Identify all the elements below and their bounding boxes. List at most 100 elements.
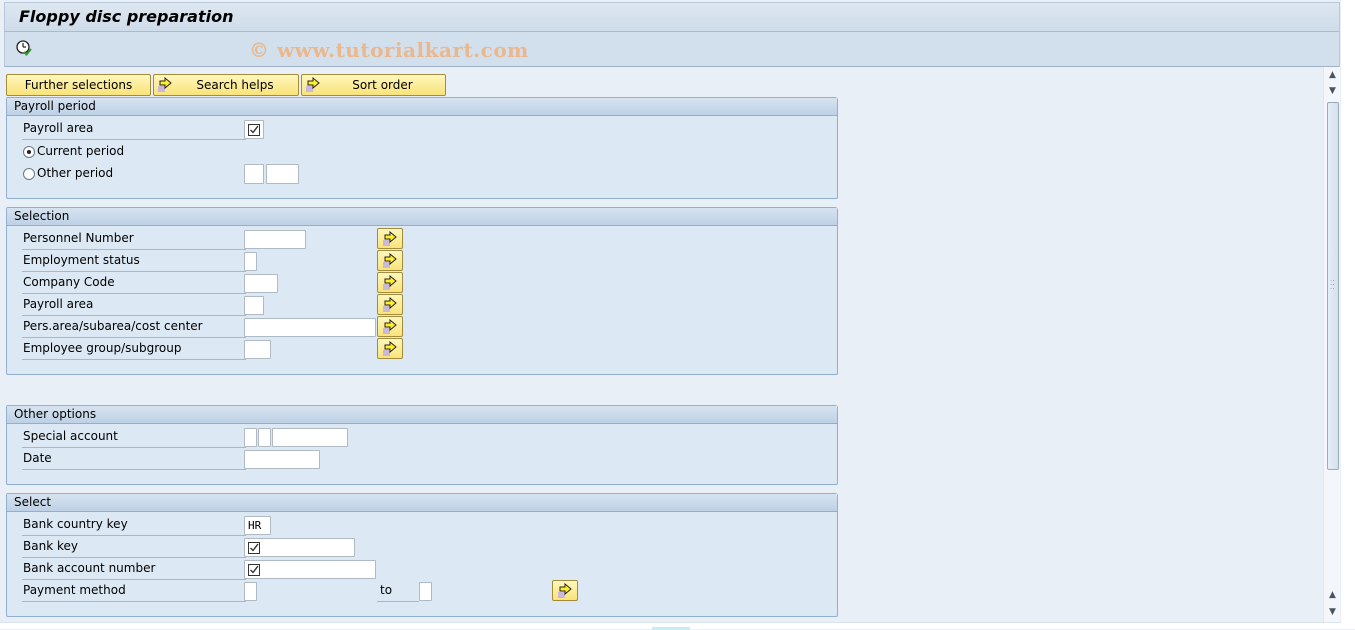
scroll-down-arrow-icon[interactable]: ▼ bbox=[1325, 605, 1340, 619]
personnel-number-multiple-selection-button[interactable] bbox=[377, 228, 403, 249]
special-account-row: Special account bbox=[7, 426, 837, 448]
pers-area-multiple-selection-button[interactable] bbox=[377, 316, 403, 337]
selection-group: Selection Personnel Number Employment st… bbox=[6, 207, 838, 375]
bank-key-field[interactable] bbox=[244, 538, 355, 557]
bank-account-number-field[interactable] bbox=[244, 560, 376, 579]
other-period-field-1[interactable] bbox=[244, 164, 264, 184]
bank-account-number-label: Bank account number bbox=[23, 561, 156, 575]
payroll-area-label: Payroll area bbox=[23, 121, 94, 135]
bank-key-label: Bank key bbox=[23, 539, 78, 553]
payroll-area-label: Payroll area bbox=[23, 297, 94, 311]
selection-row: Pers.area/subarea/cost center bbox=[7, 316, 837, 338]
other-period-label: Other period bbox=[37, 166, 114, 180]
personnel-number-field[interactable] bbox=[244, 230, 306, 249]
to-label: to bbox=[380, 583, 393, 597]
selection-row: Personnel Number bbox=[7, 228, 837, 250]
other-options-title: Other options bbox=[7, 406, 837, 424]
required-check-icon bbox=[248, 542, 260, 554]
window-edge bbox=[1341, 0, 1355, 629]
select-title: Select bbox=[7, 494, 837, 512]
date-row: Date bbox=[7, 448, 837, 470]
special-account-field-1[interactable] bbox=[244, 428, 257, 447]
execute-clock-icon[interactable] bbox=[15, 39, 33, 57]
company-code-multiple-selection-button[interactable] bbox=[377, 272, 403, 293]
selection-row: Employee group/subgroup bbox=[7, 338, 837, 360]
current-period-label: Current period bbox=[37, 144, 125, 158]
search-helps-button[interactable]: Search helps bbox=[153, 74, 299, 96]
bank-key-row: Bank key bbox=[7, 536, 837, 558]
further-selections-label: Further selections bbox=[24, 78, 133, 92]
bank-account-number-row: Bank account number bbox=[7, 558, 837, 580]
other-options-group: Other options Special account Date bbox=[6, 405, 838, 485]
application-toolbar: © www.tutorialkart.com bbox=[4, 32, 1340, 67]
required-check-icon bbox=[248, 564, 260, 576]
other-period-field-2[interactable] bbox=[266, 164, 299, 184]
special-account-field-3[interactable] bbox=[272, 428, 348, 447]
current-period-row: Current period bbox=[7, 141, 837, 161]
payment-method-from-field[interactable] bbox=[244, 582, 257, 601]
bank-country-key-field[interactable]: HR bbox=[244, 516, 271, 535]
pers-area-label: Pers.area/subarea/cost center bbox=[23, 319, 203, 333]
date-field[interactable] bbox=[244, 450, 320, 469]
arrow-right-icon bbox=[383, 253, 397, 268]
arrow-right-icon bbox=[383, 275, 397, 290]
arrow-right-icon bbox=[383, 319, 397, 334]
pers-area-field[interactable] bbox=[244, 318, 376, 337]
scroll-thumb[interactable]: ⁚⁚ ⁚⁚ bbox=[1327, 102, 1339, 470]
row-underline bbox=[22, 601, 246, 602]
arrow-right-icon bbox=[558, 583, 572, 598]
further-selections-button[interactable]: Further selections bbox=[6, 74, 151, 96]
selection-title: Selection bbox=[7, 208, 837, 226]
scroll-up-arrow-icon[interactable]: ▲ bbox=[1325, 68, 1340, 82]
special-account-label: Special account bbox=[23, 429, 118, 443]
employment-status-field[interactable] bbox=[244, 252, 257, 271]
selection-row: Employment status bbox=[7, 250, 837, 272]
watermark: © www.tutorialkart.com bbox=[249, 38, 529, 62]
employment-status-multiple-selection-button[interactable] bbox=[377, 250, 403, 271]
arrow-right-icon bbox=[383, 231, 397, 246]
row-underline bbox=[377, 601, 419, 602]
current-period-radio[interactable] bbox=[23, 146, 35, 158]
check-icon bbox=[248, 124, 260, 136]
vertical-scrollbar[interactable]: ▲ ▼ ⁚⁚ ⁚⁚ ▲ ▼ bbox=[1323, 67, 1340, 623]
employee-group-multiple-selection-button[interactable] bbox=[377, 338, 403, 359]
scroll-up-arrow-icon[interactable]: ▲ bbox=[1325, 588, 1340, 602]
sort-order-button[interactable]: Sort order bbox=[301, 74, 446, 96]
row-underline bbox=[22, 469, 246, 470]
arrow-right-icon bbox=[383, 297, 397, 312]
bank-country-key-row: Bank country key HR bbox=[7, 514, 837, 536]
bottom-strip bbox=[0, 622, 1341, 630]
select-group: Select Bank country key HR Bank key Bank… bbox=[6, 493, 838, 617]
payroll-period-group: Payroll period Payroll area Current peri… bbox=[6, 97, 838, 199]
payment-method-to-field[interactable] bbox=[419, 582, 432, 601]
company-code-label: Company Code bbox=[23, 275, 115, 289]
employee-group-field[interactable] bbox=[244, 340, 271, 359]
payroll-area-multiple-selection-button[interactable] bbox=[377, 294, 403, 315]
personnel-number-label: Personnel Number bbox=[23, 231, 134, 245]
special-account-field-2[interactable] bbox=[258, 428, 271, 447]
row-underline bbox=[22, 139, 246, 140]
selection-row: Company Code bbox=[7, 272, 837, 294]
search-helps-label: Search helps bbox=[196, 78, 274, 92]
payroll-period-title: Payroll period bbox=[7, 98, 837, 116]
sort-order-label: Sort order bbox=[352, 78, 413, 92]
page-title: Floppy disc preparation bbox=[19, 7, 234, 26]
selection-row: Payroll area bbox=[7, 294, 837, 316]
employment-status-label: Employment status bbox=[23, 253, 140, 267]
bank-country-key-label: Bank country key bbox=[23, 517, 128, 531]
payment-method-row: Payment method to bbox=[7, 580, 837, 602]
payroll-area-row: Payroll area bbox=[7, 118, 837, 140]
payroll-area-field[interactable] bbox=[244, 296, 264, 315]
grip-icon: ⁚⁚ ⁚⁚ bbox=[1330, 279, 1335, 291]
company-code-field[interactable] bbox=[244, 274, 278, 293]
row-underline bbox=[22, 359, 246, 360]
employee-group-label: Employee group/subgroup bbox=[23, 341, 182, 355]
payroll-area-checkbox[interactable] bbox=[244, 120, 264, 139]
date-label: Date bbox=[23, 451, 52, 465]
title-bar: Floppy disc preparation bbox=[4, 2, 1340, 32]
scroll-down-arrow-icon[interactable]: ▼ bbox=[1325, 84, 1340, 98]
other-period-radio[interactable] bbox=[23, 168, 35, 180]
other-period-row: Other period bbox=[7, 163, 837, 184]
arrow-right-icon bbox=[383, 341, 397, 356]
payment-method-multiple-selection-button[interactable] bbox=[552, 580, 578, 601]
